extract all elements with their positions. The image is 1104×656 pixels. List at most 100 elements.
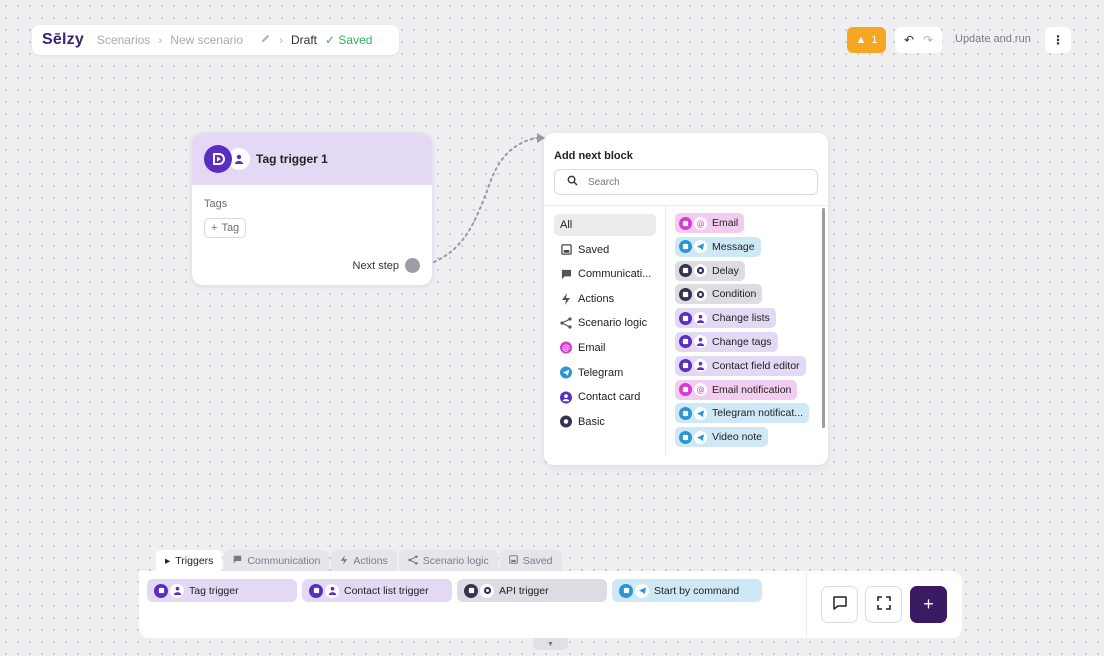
check-icon: ✓ bbox=[325, 33, 336, 47]
add-block-button[interactable]: + bbox=[910, 586, 947, 623]
block-video-note[interactable]: Video note bbox=[675, 427, 769, 448]
block-list: @ Email Message Delay Condition Change lists C… bbox=[675, 213, 820, 455]
saved-label: Saved bbox=[338, 33, 373, 47]
add-tag-button[interactable]: + Tag bbox=[204, 218, 247, 238]
top-bar: Sēlzy Scenarios › New scenario › Draft ✓… bbox=[32, 25, 399, 55]
warnings-button[interactable]: ▲ 1 bbox=[847, 27, 886, 53]
category-scenario-logic[interactable]: Scenario logic bbox=[554, 312, 656, 334]
block-contact-field-editor[interactable]: Contact field editor bbox=[675, 355, 806, 376]
block-label: Condition bbox=[712, 288, 757, 301]
branch-icon bbox=[560, 317, 572, 329]
person-icon bbox=[325, 583, 339, 598]
trigger-node[interactable]: Tag trigger 1 Tags + Tag Next step bbox=[191, 132, 433, 286]
block-email[interactable]: @ Email bbox=[675, 213, 745, 233]
tab-saved[interactable]: Saved bbox=[499, 550, 562, 572]
block-item: Change tags bbox=[675, 331, 820, 356]
block-change-lists[interactable]: Change lists bbox=[675, 308, 776, 329]
category-communication[interactable]: Communicati... bbox=[554, 263, 656, 285]
search-box[interactable] bbox=[554, 169, 818, 195]
category-label: Communicati... bbox=[578, 268, 652, 281]
block-type-icon bbox=[679, 264, 692, 278]
category-telegram[interactable]: Telegram bbox=[554, 362, 656, 384]
svg-text:@: @ bbox=[696, 385, 704, 394]
category-label: All bbox=[560, 219, 573, 231]
tab-actions[interactable]: Actions bbox=[331, 550, 397, 572]
palette-tag-trigger[interactable]: Tag trigger bbox=[147, 579, 297, 602]
comment-icon bbox=[832, 595, 848, 614]
next-step[interactable]: Next step bbox=[353, 258, 420, 273]
category-label: Saved bbox=[578, 243, 610, 256]
category-actions[interactable]: Actions bbox=[554, 288, 656, 310]
telegram-icon bbox=[635, 583, 649, 598]
update-and-run-button[interactable]: Update and run bbox=[955, 33, 1031, 45]
saved-status: ✓ Saved bbox=[325, 33, 372, 47]
category-label: Contact card bbox=[578, 391, 641, 404]
block-condition[interactable]: Condition bbox=[675, 284, 763, 305]
block-type-icon bbox=[619, 583, 633, 598]
block-message[interactable]: Message bbox=[675, 236, 761, 257]
category-basic[interactable]: Basic bbox=[554, 411, 656, 433]
palette-contact-list-trigger[interactable]: Contact list trigger bbox=[302, 579, 452, 602]
svg-text:@: @ bbox=[696, 219, 704, 228]
branch-icon bbox=[408, 554, 418, 568]
undo-redo-group: ↶ ↷ bbox=[895, 27, 942, 53]
plus-icon: + bbox=[211, 222, 218, 234]
category-label: Email bbox=[578, 341, 606, 354]
circle-icon bbox=[694, 287, 707, 301]
comment-button[interactable] bbox=[821, 586, 858, 623]
block-delay[interactable]: Delay bbox=[675, 260, 745, 281]
block-item: Change lists bbox=[675, 308, 820, 332]
block-item: Contact field editor bbox=[675, 355, 820, 380]
block-label: Telegram notificat... bbox=[712, 407, 804, 420]
block-type-icon bbox=[679, 335, 692, 349]
person-icon bbox=[694, 311, 707, 325]
telegram-icon bbox=[694, 430, 707, 444]
chat-icon bbox=[233, 555, 242, 567]
search-icon bbox=[567, 175, 578, 189]
next-step-handle[interactable] bbox=[405, 258, 420, 273]
more-vertical-icon: ⋮ bbox=[1052, 33, 1064, 47]
person-icon bbox=[170, 583, 184, 598]
palette-api-trigger[interactable]: API trigger bbox=[457, 579, 607, 602]
logo[interactable]: Sēlzy bbox=[42, 31, 84, 49]
redo-icon[interactable]: ↷ bbox=[923, 33, 933, 47]
search-input[interactable] bbox=[588, 176, 808, 188]
block-type-icon bbox=[679, 406, 692, 420]
category-contact-card[interactable]: Contact card bbox=[554, 386, 656, 408]
tab-label: Scenario logic bbox=[422, 555, 489, 567]
category-saved[interactable]: Saved bbox=[554, 239, 656, 261]
tab-scenario-logic[interactable]: Scenario logic bbox=[398, 550, 498, 572]
chevron-right-icon: › bbox=[158, 33, 163, 47]
block-change-tags[interactable]: Change tags bbox=[675, 331, 778, 352]
play-icon bbox=[204, 145, 232, 173]
tab-triggers[interactable]: ▸ Triggers bbox=[156, 550, 223, 572]
block-item: Message bbox=[675, 236, 820, 261]
telegram-icon bbox=[560, 366, 572, 379]
circle-icon bbox=[560, 415, 572, 428]
undo-icon[interactable]: ↶ bbox=[904, 33, 914, 47]
block-label: Change tags bbox=[712, 335, 772, 348]
palette-start-by-command[interactable]: Start by command bbox=[612, 579, 762, 602]
scrollbar[interactable] bbox=[822, 208, 825, 428]
category-label: Actions bbox=[578, 292, 615, 305]
tab-communication[interactable]: Communication bbox=[224, 550, 330, 572]
breadcrumb-scenarios[interactable]: Scenarios bbox=[97, 33, 150, 47]
block-email-notification[interactable]: @ Email notification bbox=[675, 379, 798, 400]
collapse-palette-button[interactable]: ▼ bbox=[533, 638, 568, 650]
chevron-right-icon: › bbox=[279, 33, 283, 47]
block-type-icon bbox=[679, 216, 692, 230]
circle-icon bbox=[694, 264, 707, 278]
category-email[interactable]: @ Email bbox=[554, 337, 656, 359]
edit-icon[interactable] bbox=[260, 33, 271, 47]
breadcrumb-scenario-name[interactable]: New scenario bbox=[170, 33, 243, 47]
category-all[interactable]: All bbox=[554, 214, 656, 236]
save-icon bbox=[508, 555, 518, 567]
panel-title: Add next block bbox=[554, 150, 633, 162]
block-label: Email notification bbox=[712, 383, 792, 396]
block-telegram-notificat[interactable]: Telegram notificat... bbox=[675, 403, 810, 424]
more-menu-button[interactable]: ⋮ bbox=[1045, 27, 1071, 53]
plus-icon: + bbox=[923, 594, 934, 614]
fullscreen-button[interactable] bbox=[865, 586, 902, 623]
category-label: Telegram bbox=[578, 366, 624, 379]
block-label: Delay bbox=[712, 264, 739, 277]
